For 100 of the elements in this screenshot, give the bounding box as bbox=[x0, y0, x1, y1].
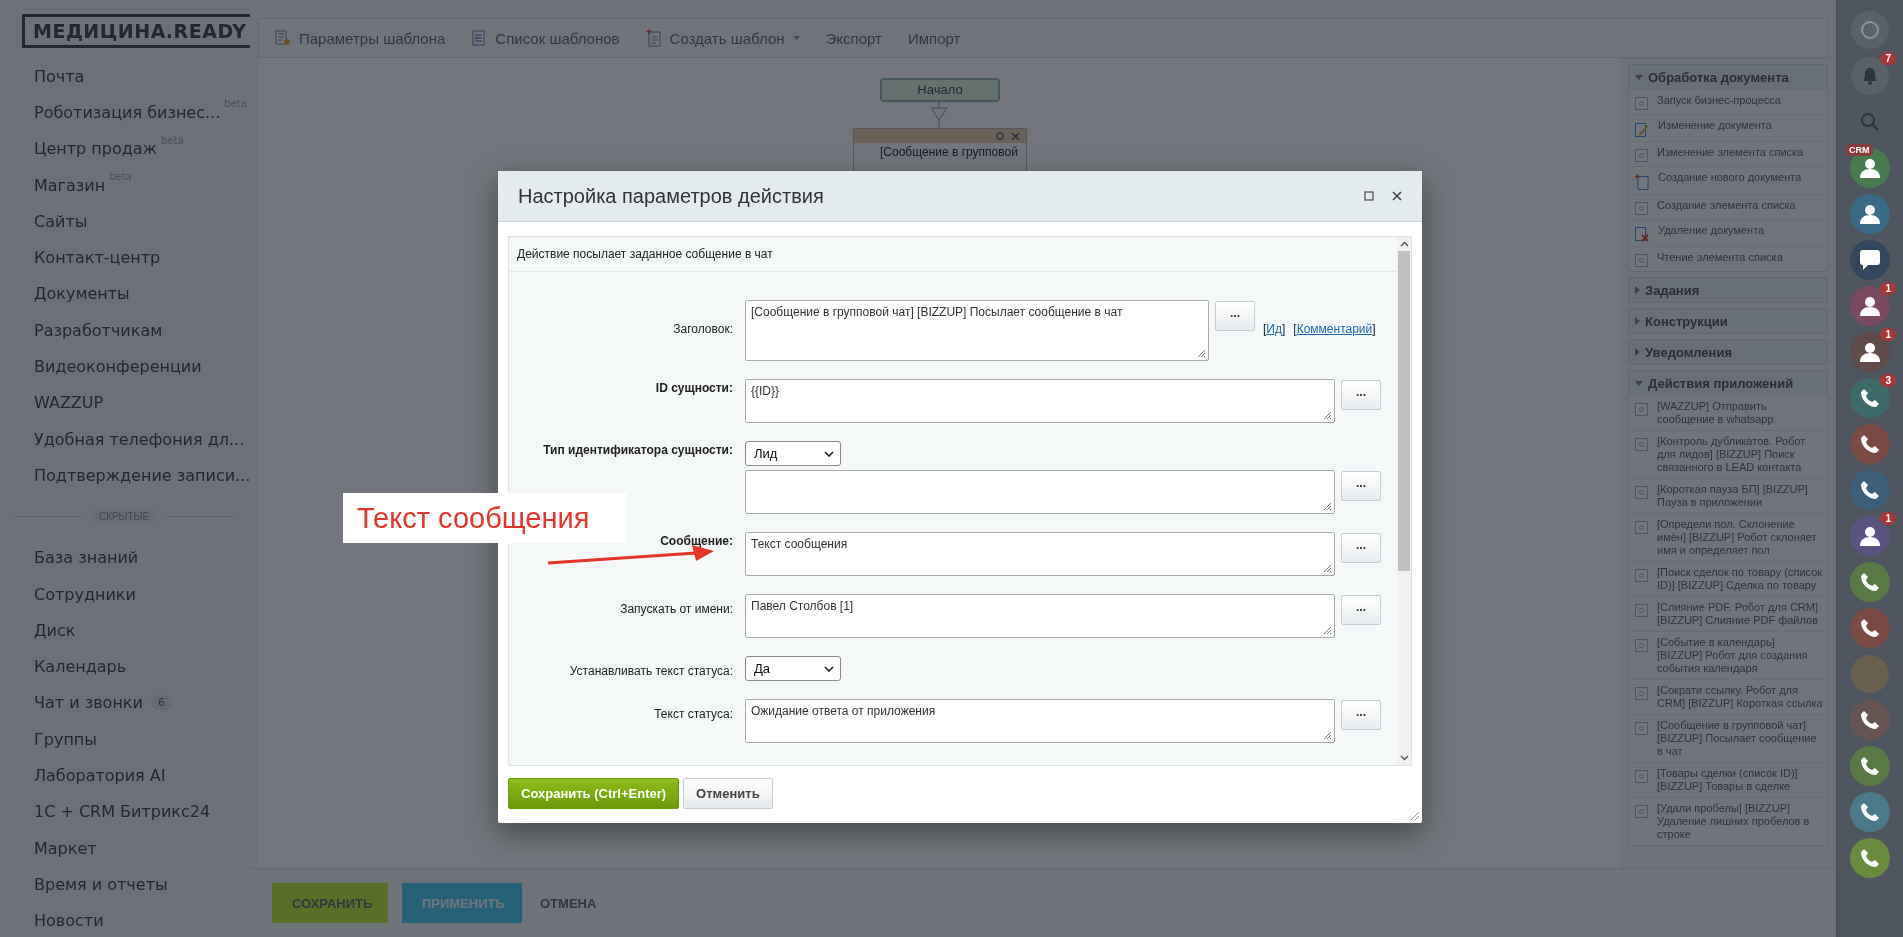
sidebar-item[interactable]: Подтверждение записи... bbox=[34, 465, 251, 485]
palette-item[interactable]: Создание элемента списка bbox=[1629, 194, 1827, 219]
user-avatar[interactable] bbox=[1850, 516, 1890, 556]
select-field[interactable]: Да bbox=[745, 656, 841, 681]
palette-item[interactable]: [Слияние PDF. Робот для CRM] [BIZZUP] Слияние PDF файлов bbox=[1629, 596, 1827, 631]
sidebar-item[interactable]: Почта bbox=[34, 66, 85, 86]
palette-item[interactable]: [Сообщение в групповой чат] [BIZZUP] Посылает сообщение в чат bbox=[1629, 714, 1827, 762]
sidebar-item[interactable]: Магазин bbox=[34, 175, 106, 195]
section-header[interactable]: Уведомления bbox=[1629, 340, 1827, 364]
sidebar-item[interactable]: Время и отчеты bbox=[34, 874, 168, 894]
sidebar-item[interactable]: Роботизация бизнес... bbox=[34, 102, 221, 122]
crm-icon[interactable] bbox=[1850, 148, 1890, 188]
textarea-field[interactable]: [Сообщение в групповой чат] [BIZZUP] Посылает сообщение в чат bbox=[745, 300, 1209, 361]
browse-button[interactable]: ... bbox=[1341, 533, 1381, 563]
section-header[interactable]: Обработка документа bbox=[1629, 65, 1827, 89]
scroll-down-icon[interactable] bbox=[1399, 755, 1409, 761]
user-avatar[interactable] bbox=[1850, 194, 1890, 234]
sidebar-item[interactable]: Диск bbox=[34, 620, 76, 640]
toolbar-button[interactable]: Параметры шаблона bbox=[275, 29, 446, 47]
link[interactable]: [Ид] bbox=[1263, 322, 1286, 336]
textarea-field[interactable]: Павел Столбов [1] bbox=[745, 594, 1335, 638]
sidebar-item[interactable]: Удобная телефония дл... bbox=[34, 429, 245, 449]
palette-item[interactable]: Чтение элемента списка bbox=[1629, 246, 1827, 271]
notification-badge: 1 bbox=[1880, 328, 1896, 341]
action-description: Действие посылает заданное собщение в чат bbox=[509, 237, 1397, 272]
field-label: Запускать от имени: bbox=[619, 601, 734, 616]
link[interactable]: [Комментарий] bbox=[1293, 322, 1376, 336]
select-field[interactable]: Лид bbox=[745, 441, 841, 466]
maximize-icon[interactable] bbox=[1364, 191, 1374, 201]
palette-item[interactable]: [Поиск сделок по товару (список ID)] [BIZZUP] Сделка по товару bbox=[1629, 561, 1827, 596]
resize-grip-icon bbox=[1197, 349, 1206, 358]
scrollbar[interactable] bbox=[1397, 237, 1411, 765]
browse-button[interactable]: ... bbox=[1215, 301, 1255, 331]
browse-button[interactable]: ... bbox=[1341, 595, 1381, 625]
list-icon bbox=[471, 30, 488, 46]
close-icon[interactable] bbox=[1392, 191, 1402, 201]
user-avatar[interactable] bbox=[1850, 286, 1890, 326]
sidebar-item[interactable]: Маркет bbox=[34, 838, 97, 858]
chevron-down-icon bbox=[824, 665, 834, 672]
toolbar-button[interactable]: Экспорт bbox=[825, 29, 882, 47]
browse-button[interactable]: ... bbox=[1341, 700, 1381, 730]
palette-item[interactable]: [Сократи ссылку. Робот для CRM] [BIZZUP] Короткая ссылка bbox=[1629, 679, 1827, 714]
sidebar-item[interactable]: Документы bbox=[34, 284, 130, 304]
sidebar-item[interactable]: База знаний bbox=[34, 548, 139, 568]
caret-right-icon bbox=[1635, 348, 1640, 356]
caret-down-icon bbox=[1635, 380, 1643, 386]
group-chat-icon[interactable] bbox=[1850, 240, 1890, 280]
save-button[interactable]: Сохранить (Ctrl+Enter) bbox=[508, 778, 680, 809]
notification-badge: 1 bbox=[1880, 512, 1896, 525]
sidebar-item[interactable]: Сотрудники bbox=[34, 584, 136, 604]
sidebar-item[interactable]: Контакт-центр bbox=[34, 248, 161, 268]
toolbar-button[interactable]: Создать шаблон bbox=[645, 29, 800, 47]
section-header[interactable]: Конструкции bbox=[1629, 309, 1827, 333]
field-label: Устанавливать текст статуса: bbox=[568, 663, 734, 678]
toolbar-button[interactable]: Список шаблонов bbox=[471, 29, 620, 47]
palette-item[interactable]: [Определи пол. Склонение имён] [BIZZUP] Робот склоняет имя и определяет пол bbox=[1629, 513, 1827, 561]
toolbar-button[interactable]: Импорт bbox=[907, 29, 961, 47]
browse-button[interactable]: ... bbox=[1341, 471, 1381, 501]
section-header[interactable]: Задания bbox=[1629, 278, 1827, 302]
activity-icon bbox=[1635, 639, 1648, 652]
cancel-button[interactable]: Отменить bbox=[683, 778, 773, 809]
activity-icon bbox=[1635, 254, 1648, 267]
palette-item[interactable]: Создание нового документа bbox=[1629, 166, 1827, 194]
browse-button[interactable]: ... bbox=[1341, 380, 1381, 410]
palette-item[interactable]: Изменение документа bbox=[1629, 114, 1827, 141]
sidebar-item[interactable]: Календарь bbox=[34, 657, 127, 677]
textarea-field[interactable]: {{ID}} bbox=[745, 379, 1335, 423]
notification-badge: 1 bbox=[1880, 282, 1896, 295]
palette-item[interactable]: Удаление документа bbox=[1629, 219, 1827, 246]
cancel-button[interactable]: ОТМЕНА bbox=[536, 883, 601, 923]
new-document-icon bbox=[1635, 174, 1649, 190]
palette-item[interactable]: [Событие в календарь] [BIZZUP] Робот для создания события календаря bbox=[1629, 631, 1827, 679]
sidebar-item[interactable]: Сайты bbox=[34, 211, 88, 231]
sidebar-item[interactable]: Видеоконференции bbox=[34, 357, 202, 376]
section-header[interactable]: Действия приложений bbox=[1629, 371, 1827, 395]
annotation-callout: Текст сообщения bbox=[343, 493, 626, 543]
palette-item[interactable]: Изменение элемента списка bbox=[1629, 141, 1827, 166]
resize-grip-icon bbox=[1323, 564, 1332, 573]
textarea-field[interactable]: Ожидание ответа от приложения bbox=[745, 699, 1335, 743]
textarea-field[interactable]: Текст сообщения bbox=[745, 532, 1335, 576]
field-label: ID сущности: bbox=[654, 380, 734, 395]
counter-badge: 6 bbox=[150, 695, 172, 711]
palette-item[interactable]: [Товары сделки (список ID)] [BIZZUP] Товары в сделке bbox=[1629, 762, 1827, 797]
sidebar-item[interactable]: Чат и звонки bbox=[34, 693, 143, 713]
sidebar-item[interactable]: Центр продаж bbox=[34, 139, 157, 159]
sidebar-item[interactable]: Новости bbox=[34, 911, 104, 931]
resize-grip-icon bbox=[1323, 626, 1332, 635]
scroll-up-icon[interactable] bbox=[1399, 241, 1409, 247]
resize-grip-icon bbox=[1323, 502, 1332, 511]
palette-item[interactable]: Запуск бизнес-процесса bbox=[1629, 89, 1827, 114]
block-title: [Сообщение в групповой bbox=[879, 144, 1019, 159]
user-avatar[interactable] bbox=[1850, 332, 1890, 372]
textarea-field[interactable] bbox=[745, 470, 1335, 514]
sidebar-item[interactable]: Разработчикам bbox=[34, 320, 163, 340]
sidebar-item[interactable]: Лаборатория AI bbox=[34, 766, 166, 785]
sidebar-item[interactable]: 1С + CRM Битрикс24 bbox=[34, 802, 211, 822]
sidebar-item[interactable]: Группы bbox=[34, 729, 97, 749]
start-node[interactable]: Начало bbox=[880, 78, 1000, 102]
connector-arrow bbox=[930, 102, 948, 128]
sidebar-item[interactable]: WAZZUP bbox=[34, 393, 104, 413]
